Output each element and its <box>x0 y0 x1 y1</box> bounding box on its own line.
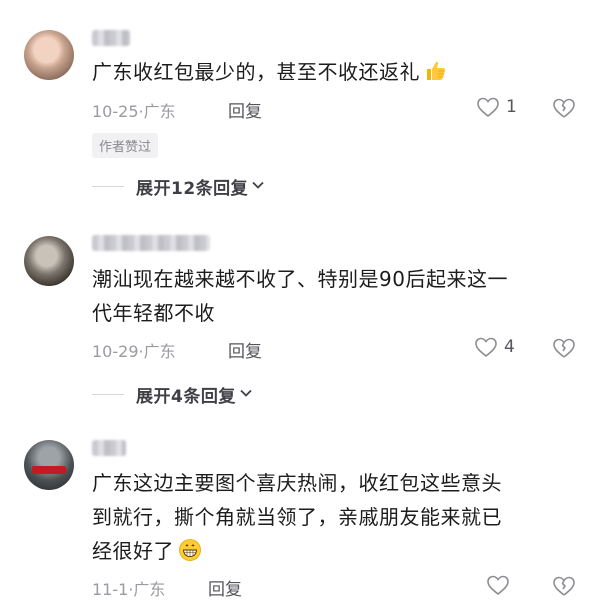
chevron-down-icon <box>239 385 253 404</box>
grinning-face-emoji-icon <box>178 538 202 572</box>
dislike-button[interactable] <box>552 337 576 359</box>
expand-replies-label: 展开12条回复 <box>136 179 249 199</box>
reply-button[interactable]: 回复 <box>228 97 262 122</box>
comment-date: 10-29 <box>92 342 139 361</box>
comment-text-line: 广东收红包最少的，甚至不收还返礼 <box>92 60 420 84</box>
avatar[interactable] <box>24 236 74 286</box>
like-button[interactable]: 4 <box>474 336 515 358</box>
comment-text: 潮汕现在越来越不收了、特别是90后起来这一 代年轻都不收 <box>92 262 562 330</box>
like-button[interactable] <box>486 574 516 596</box>
comment-date: 11-1 <box>92 580 129 599</box>
dislike-button[interactable] <box>552 575 576 597</box>
avatar[interactable] <box>24 30 74 80</box>
avatar[interactable] <box>24 440 74 490</box>
reply-button[interactable]: 回复 <box>208 575 242 600</box>
comment-text-line: 经很好了 <box>92 539 174 563</box>
expand-replies-button[interactable]: 展开4条回复 <box>92 382 253 407</box>
thumbs-up-emoji-icon <box>424 59 448 93</box>
comment-text-line: 代年轻都不收 <box>92 301 215 325</box>
heart-icon <box>474 336 498 358</box>
expand-replies-button[interactable]: 展开12条回复 <box>92 174 265 199</box>
like-count: 1 <box>506 97 517 117</box>
divider <box>92 186 124 187</box>
author-liked-badge: 作者赞过 <box>92 133 159 158</box>
username-blurred[interactable] <box>92 440 126 456</box>
like-button[interactable]: 1 <box>476 96 517 118</box>
comment-location: 广东 <box>143 102 176 121</box>
comment-location: 广东 <box>143 342 176 361</box>
dislike-button[interactable] <box>552 97 576 119</box>
comment-location: 广东 <box>133 580 166 599</box>
comment-meta: 11-1·广东 <box>92 580 166 599</box>
comment-text-line: 到就行，撕个角就当领了，亲戚朋友能来就已 <box>92 505 502 529</box>
broken-heart-icon <box>552 97 576 119</box>
comment-text-line: 潮汕现在越来越不收了、特别是90后起来这一 <box>92 267 508 291</box>
divider <box>92 394 124 395</box>
like-count: 4 <box>504 337 515 357</box>
heart-icon <box>486 574 510 596</box>
username-blurred[interactable] <box>92 30 130 46</box>
expand-replies-label: 展开4条回复 <box>136 387 236 407</box>
comment-meta: 10-29·广东 <box>92 342 176 361</box>
username-blurred[interactable] <box>92 235 210 251</box>
comment-text: 广东这边主要图个喜庆热闹，收红包这些意头 到就行，撕个角就当领了，亲戚朋友能来就… <box>92 466 562 572</box>
broken-heart-icon <box>552 337 576 359</box>
heart-icon <box>476 96 500 118</box>
comment-text: 广东收红包最少的，甚至不收还返礼 <box>92 55 562 93</box>
broken-heart-icon <box>552 575 576 597</box>
reply-button[interactable]: 回复 <box>228 337 262 362</box>
comment-date: 10-25 <box>92 102 139 121</box>
comment-meta: 10-25·广东 <box>92 102 176 121</box>
comment-text-line: 广东这边主要图个喜庆热闹，收红包这些意头 <box>92 471 502 495</box>
chevron-down-icon <box>251 177 265 196</box>
